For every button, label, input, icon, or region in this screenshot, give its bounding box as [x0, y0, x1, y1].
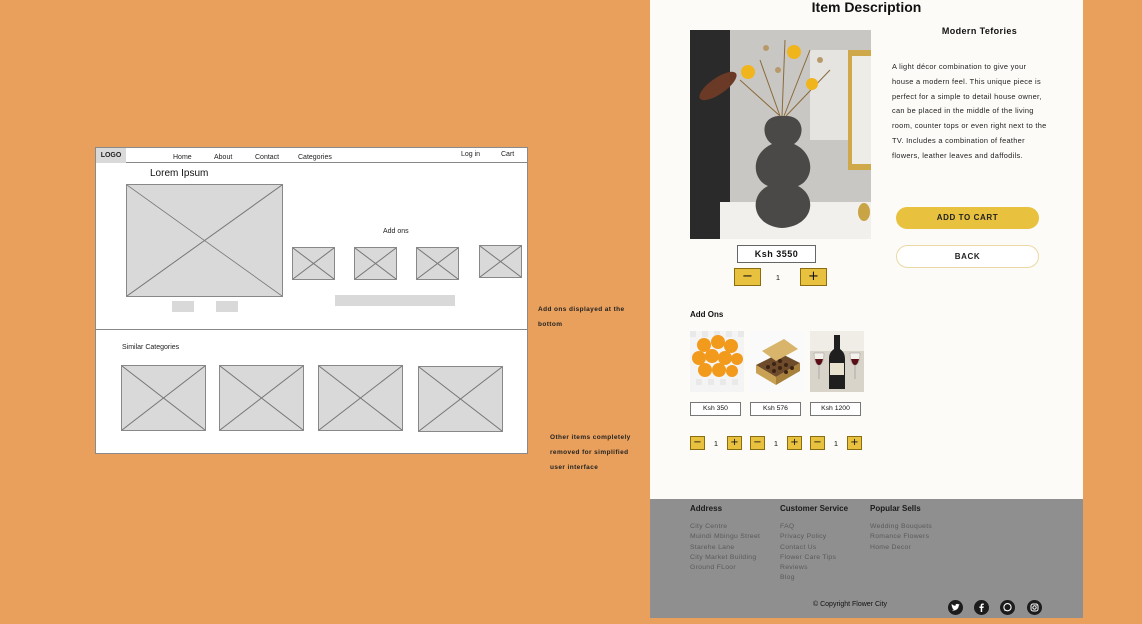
addon-decrease-button[interactable]: − [810, 436, 825, 450]
whatsapp-icon[interactable] [1000, 600, 1015, 615]
page-title: Item Description [811, 0, 922, 15]
footer-address-line: City Centre [690, 523, 728, 530]
quantity-value: 1 [775, 273, 781, 282]
footer-link-care-tips[interactable]: Flower Care Tips [780, 553, 848, 563]
back-button[interactable]: BACK [896, 245, 1039, 268]
footer-link-wedding[interactable]: Wedding Bouquets [870, 522, 932, 532]
footer-address-title: Address [690, 504, 723, 513]
addon-decrease-button[interactable]: − [750, 436, 765, 450]
footer-link-blog[interactable]: Blog [780, 573, 848, 583]
addon-quantity: 1 [713, 439, 719, 448]
wireframe-thumb-dot [172, 301, 194, 312]
addon-image-chocolates[interactable] [750, 331, 804, 392]
wireframe-panel: LOGO Home About Contact Categories Log i… [95, 147, 528, 454]
product-image [690, 30, 871, 239]
quantity-increase-button[interactable]: + [800, 268, 827, 286]
wireframe-nav-about: About [214, 154, 233, 161]
footer-link-home-decor[interactable]: Home Decor [870, 543, 932, 553]
wireframe-main-image-placeholder [126, 184, 283, 297]
wireframe-thumb-dot [216, 301, 238, 312]
wireframe-similar-placeholder [318, 365, 403, 431]
footer-address-column: Address City Centre Muindi Mbingu Street… [690, 504, 760, 573]
copyright-text: © Copyright Flower City [813, 601, 888, 608]
wireframe-nav-divider [126, 162, 527, 163]
wireframe-nav-login: Log in [461, 151, 481, 158]
addon-decrease-button[interactable]: − [690, 436, 705, 450]
addon-image-wine[interactable] [810, 331, 864, 392]
wireframe-nav-cart: Cart [501, 151, 515, 158]
footer-popular-title: Popular Sells [870, 504, 921, 513]
footer-address-line: Muindi Mbingu Street [690, 533, 761, 541]
addon-image-balloons[interactable] [690, 331, 744, 392]
footer-address-line: City Market Building [690, 553, 757, 561]
wireframe-similar-placeholder [219, 365, 304, 431]
wireframe-button-placeholder [335, 295, 455, 306]
footer-link-contact[interactable]: Contact Us [780, 543, 848, 553]
addon-quantity: 1 [833, 439, 839, 448]
wireframe-addon-placeholder [479, 245, 522, 278]
wireframe-addon-placeholder [354, 247, 397, 280]
product-price: Ksh 3550 [737, 245, 816, 263]
instagram-icon[interactable] [1027, 600, 1042, 615]
addon-price: Ksh 1200 [810, 402, 861, 416]
wireframe-addon-placeholder [416, 247, 459, 280]
footer-link-faq[interactable]: FAQ [780, 522, 848, 532]
addon-price: Ksh 576 [750, 402, 801, 416]
footer-service-column: Customer Service FAQ Privacy Policy Cont… [780, 504, 848, 584]
product-name: Modern Tefories [941, 26, 1018, 36]
wireframe-similar-label: Similar Categories [122, 344, 180, 351]
wireframe-similar-placeholder [418, 366, 503, 432]
wireframe-nav-home: Home [173, 154, 192, 161]
annotation-addons: Add ons displayed at the bottom [538, 306, 625, 328]
addon-price: Ksh 350 [690, 402, 741, 416]
wireframe-addon-placeholder [292, 247, 335, 280]
product-description: A light décor combination to give your h… [892, 62, 1047, 160]
footer: Address City Centre Muindi Mbingu Street… [650, 499, 1083, 618]
twitter-icon[interactable] [948, 600, 963, 615]
addon-increase-button[interactable]: + [787, 436, 802, 450]
add-to-cart-button[interactable]: ADD TO CART [896, 207, 1039, 229]
addon-quantity: 1 [773, 439, 779, 448]
wireframe-nav-contact: Contact [255, 154, 280, 161]
wireframe-nav-categories: Categories [298, 154, 332, 161]
addon-increase-button[interactable]: + [727, 436, 742, 450]
wireframe-similar-placeholder [121, 365, 206, 431]
footer-link-privacy[interactable]: Privacy Policy [780, 532, 848, 542]
footer-address-line: Starehe Lane [690, 543, 735, 551]
footer-link-reviews[interactable]: Reviews [780, 563, 848, 573]
wireframe-addons-label: Add ons [383, 228, 409, 235]
footer-link-romance[interactable]: Romance Flowers [870, 532, 932, 542]
facebook-icon[interactable] [974, 600, 989, 615]
wireframe-title: Lorem Ipsum [150, 168, 209, 179]
footer-service-title: Customer Service [780, 504, 849, 513]
footer-address-line: Ground FLoor [690, 564, 736, 572]
addons-title: Add Ons [690, 310, 724, 319]
wireframe-logo: LOGO [96, 148, 126, 163]
quantity-decrease-button[interactable]: − [734, 268, 761, 286]
footer-popular-column: Popular Sells Wedding Bouquets Romance F… [870, 504, 932, 553]
annotation-removed-items: Other items completely removed for simpl… [550, 434, 631, 471]
addon-increase-button[interactable]: + [847, 436, 862, 450]
wireframe-section-divider [96, 329, 527, 330]
